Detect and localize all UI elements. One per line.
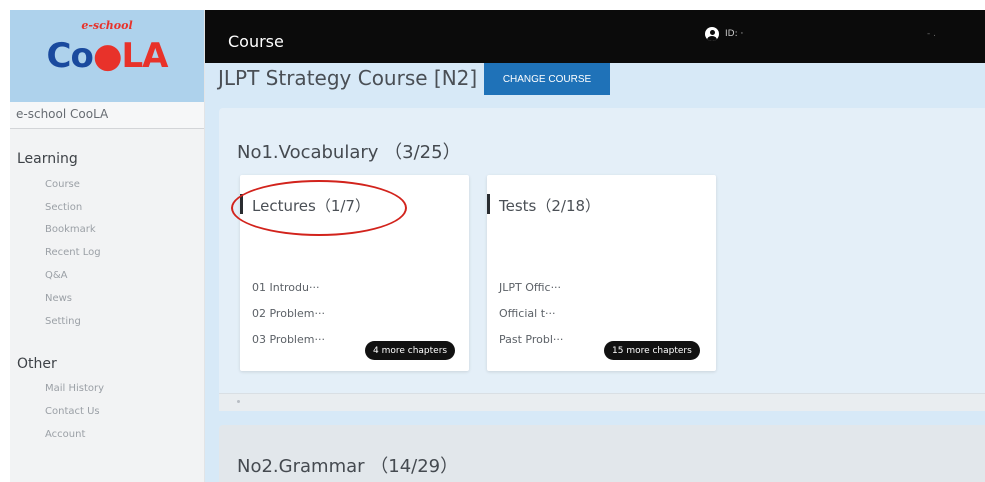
card-accent-bar <box>487 194 490 214</box>
tests-card-title[interactable]: Tests（2/18） <box>499 195 600 216</box>
sidebar-item-section[interactable]: Section <box>45 202 82 213</box>
logo-wordmark: Co●LA <box>46 36 169 76</box>
chapter-item[interactable]: 03 Problem··· <box>252 333 325 346</box>
page-title: Course <box>228 32 284 51</box>
top-bar: Course ID: · - . <box>205 10 985 63</box>
chapter-item[interactable]: Past Probl··· <box>499 333 563 346</box>
section-title[interactable]: No2.Grammar （14/29） <box>237 452 458 478</box>
chapter-item[interactable]: 02 Problem··· <box>252 307 325 320</box>
more-chapters-button[interactable]: 4 more chapters <box>365 341 456 360</box>
user-icon-body <box>707 36 717 41</box>
chapter-item[interactable]: JLPT Offic··· <box>499 281 561 294</box>
user-id-label: ID: · <box>725 29 744 39</box>
section-grammar: No2.Grammar （14/29） <box>219 425 985 482</box>
sidebar-item-news[interactable]: News <box>45 293 72 304</box>
logo-tagline: e-school <box>81 19 133 32</box>
user-icon-head <box>709 29 715 35</box>
sidebar-item-qa[interactable]: Q&A <box>45 270 68 281</box>
sidebar-item-mail-history[interactable]: Mail History <box>45 383 104 394</box>
school-name: e-school CooLA <box>16 107 109 121</box>
app-frame: e-school Co●LA e-school CooLA Learning C… <box>10 10 985 482</box>
section-title[interactable]: No1.Vocabulary （3/25） <box>237 138 461 164</box>
strip-dot <box>237 400 240 403</box>
school-name-row[interactable]: e-school CooLA <box>10 102 204 129</box>
logo[interactable]: e-school Co●LA <box>10 10 204 102</box>
sidebar-item-contact-us[interactable]: Contact Us <box>45 406 100 417</box>
course-title: JLPT Strategy Course [N2] <box>218 66 478 90</box>
sidebar: e-school Co●LA e-school CooLA Learning C… <box>10 10 205 482</box>
tests-card[interactable]: Tests（2/18） JLPT Offic··· Official t··· … <box>487 175 716 371</box>
sidebar-item-recent-log[interactable]: Recent Log <box>45 247 101 258</box>
highlight-circle <box>231 180 407 236</box>
more-chapters-button[interactable]: 15 more chapters <box>604 341 700 360</box>
chapter-item[interactable]: 01 Introdu··· <box>252 281 319 294</box>
section-footer-strip <box>219 393 985 411</box>
sidebar-item-account[interactable]: Account <box>45 429 85 440</box>
user-icon[interactable] <box>705 27 719 41</box>
menu-header-learning: Learning <box>17 151 78 167</box>
menu-header-other: Other <box>17 356 57 372</box>
change-course-button[interactable]: CHANGE COURSE <box>484 63 610 95</box>
sidebar-item-bookmark[interactable]: Bookmark <box>45 224 96 235</box>
chapter-item[interactable]: Official t··· <box>499 307 556 320</box>
sidebar-item-course[interactable]: Course <box>45 179 80 190</box>
sidebar-item-setting[interactable]: Setting <box>45 316 81 327</box>
user-id-tail: - . <box>927 29 936 39</box>
